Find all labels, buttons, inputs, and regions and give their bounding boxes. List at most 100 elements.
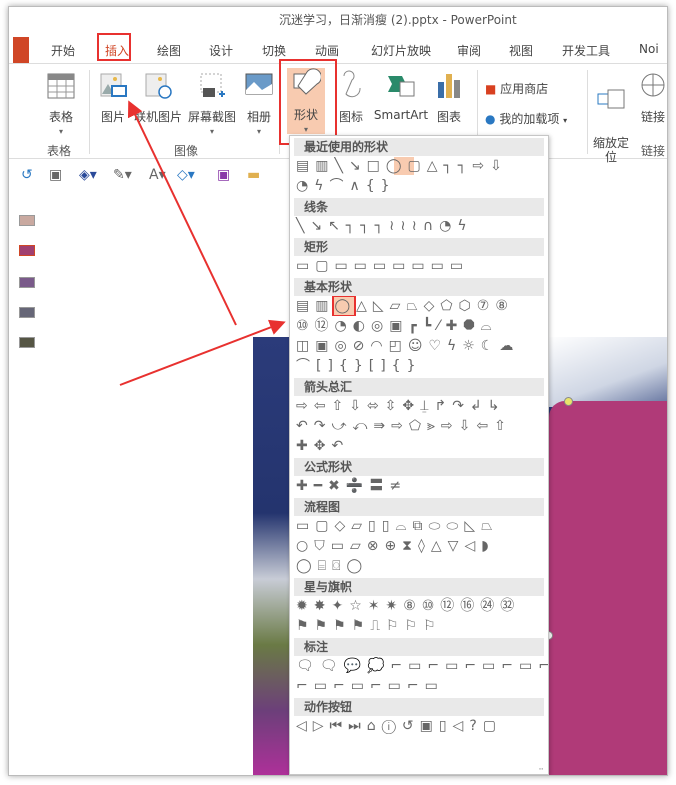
- shape-row[interactable]: ✚━✖➗〓≠: [290, 476, 548, 496]
- shape-row[interactable]: ◫▣◎⊘◠◰☺♡ϟ☼☾☁: [290, 336, 548, 356]
- slide-thumbnail[interactable]: [19, 245, 35, 256]
- tab-draw[interactable]: 绘图: [157, 42, 181, 59]
- shape-row-icons[interactable]: ⑩⑫◔◐◎▣┏┗⁄✚⯃⌓: [296, 318, 498, 334]
- shape-row[interactable]: ✹✸✦☆✶✷⑧⑩⑫⑯㉔㉜: [290, 596, 548, 616]
- tab-design[interactable]: 设计: [209, 42, 233, 59]
- shape-row-icons[interactable]: ▭▢◇▱▯▯⌓⧉⬭⬭◺⏢: [296, 518, 498, 534]
- picture-button[interactable]: 图片: [95, 70, 131, 125]
- smartart-label: SmartArt: [373, 108, 429, 122]
- window-title: 沉迷学习，日渐消瘦 (2).pptx - PowerPoint: [279, 13, 517, 27]
- shape-row-icons[interactable]: ▭▢▭▭▭▭▭▭▭: [296, 258, 469, 274]
- section-header: 箭头总汇: [294, 378, 544, 396]
- selected-shape[interactable]: [549, 401, 667, 775]
- shape-row[interactable]: ◔ϟ⌒∧{}: [290, 176, 548, 196]
- shapes-button-highlight: [279, 59, 337, 145]
- smartart-button[interactable]: SmartArt: [371, 70, 431, 122]
- smartart-icon: [388, 76, 415, 97]
- globe-icon: [641, 73, 665, 97]
- divider: [89, 70, 90, 154]
- chart-icon: [438, 74, 460, 98]
- tab-more[interactable]: Noi: [639, 42, 659, 56]
- shape-row[interactable]: ◁▷⏮⏭⌂ⓘ↺▣▯◁?▢: [290, 716, 548, 736]
- shape-row-icons[interactable]: ○⛉▭⏥⊗⊕⧗◊△▽◁◗: [296, 538, 495, 554]
- shape-row[interactable]: ⌒[]{}[]{}: [290, 356, 548, 376]
- chevron-down-icon: ▾: [209, 127, 214, 136]
- redo-icon[interactable]: ↺: [21, 167, 33, 183]
- shape-row-icons[interactable]: ⇨⇦⇧⇩⬄⇳✥⍊↱↷↲↳: [296, 398, 505, 414]
- fill-color-icon[interactable]: ◈▾: [79, 167, 97, 183]
- addins-icon: ●: [485, 112, 496, 126]
- screenshot-button[interactable]: 屏幕截图 ▾: [185, 70, 239, 136]
- online-picture-button[interactable]: 联机图片: [133, 70, 183, 125]
- table-button[interactable]: 表格 ▾: [43, 70, 79, 136]
- shape-row-icons[interactable]: ⚑⚑⚑⚑⎍⚐⚐⚐: [296, 618, 442, 634]
- shape-row[interactable]: ╲↘↖┐┐┐≀≀≀∩◔ϟ: [290, 216, 548, 236]
- save-icon[interactable]: ▣: [217, 167, 230, 183]
- shape-row-icons[interactable]: 🗨🗨💬💭⌐▭⌐▭⌐▭⌐▭⌐▭⌐▭⌐▭⌐▭: [296, 658, 548, 674]
- mountain-image: [543, 337, 667, 407]
- shape-row[interactable]: ○⛉▭⏥⊗⊕⧗◊△▽◁◗: [290, 536, 548, 556]
- tab-home[interactable]: 开始: [51, 42, 75, 59]
- slide-thumbnail[interactable]: [19, 215, 35, 226]
- album-icon: [245, 73, 273, 95]
- chevron-down-icon: ▾: [256, 127, 261, 136]
- slide-thumbnail[interactable]: [19, 307, 35, 318]
- shape-row[interactable]: ✚✥↶: [290, 436, 548, 456]
- shape-row[interactable]: ▤▥╲↘□◯▢△┐┐⇨⇩: [290, 156, 548, 176]
- link-label: 链接: [640, 110, 665, 124]
- adjust-handle[interactable]: [564, 397, 573, 406]
- shape-row[interactable]: ⇨⇦⇧⇩⬄⇳✥⍊↱↷↲↳: [290, 396, 548, 416]
- shape-row-icons[interactable]: ↶↷⤻⤺⇛⇨⬠⪢⇨⇩⇦⇧: [296, 418, 512, 434]
- shapes-quick-icon[interactable]: ◇▾: [177, 167, 195, 183]
- shape-row-icons[interactable]: ▤▥╲↘□◯▢△┐┐⇨⇩: [296, 158, 508, 174]
- tab-view[interactable]: 视图: [509, 42, 533, 59]
- shape-row[interactable]: ◯⌸⌼◯: [290, 556, 548, 576]
- shape-row[interactable]: ⌐▭⌐▭⌐▭⌐▭: [290, 676, 548, 696]
- section-header: 最近使用的形状: [294, 138, 544, 156]
- pen-icon[interactable]: ✎▾: [113, 167, 132, 183]
- link-button[interactable]: 链接: [637, 70, 667, 125]
- file-tab[interactable]: [13, 37, 29, 63]
- album-button[interactable]: 相册 ▾: [243, 70, 275, 136]
- shape-row-icons[interactable]: ▤▥◯△◺▱⏢◇⬠⬡⑦⑧: [296, 298, 514, 314]
- folder-icon[interactable]: ▬: [247, 167, 260, 183]
- font-icon[interactable]: A▾: [149, 167, 166, 183]
- shape-row-icons[interactable]: ◁▷⏮⏭⌂ⓘ↺▣▯◁?▢: [296, 718, 502, 734]
- tab-transitions[interactable]: 切换: [262, 42, 286, 59]
- shape-row[interactable]: 🗨🗨💬💭⌐▭⌐▭⌐▭⌐▭⌐▭⌐▭⌐▭⌐▭: [290, 656, 548, 676]
- resize-grip-icon[interactable]: ⠤: [538, 763, 544, 772]
- chart-button[interactable]: 图表: [433, 70, 465, 125]
- shape-row[interactable]: ⚑⚑⚑⚑⎍⚐⚐⚐: [290, 616, 548, 636]
- group-label-links: 链接: [641, 144, 666, 158]
- tab-slideshow[interactable]: 幻灯片放映: [371, 42, 431, 59]
- tab-developer[interactable]: 开发工具: [562, 42, 610, 59]
- zoom-icon: [597, 89, 625, 109]
- icons-button[interactable]: 图标: [335, 70, 367, 125]
- shape-row-icons[interactable]: ╲↘↖┐┐┐≀≀≀∩◔ϟ: [296, 218, 473, 234]
- shape-row-icons[interactable]: ⌒[]{}[]{}: [296, 358, 421, 374]
- icons-icon: [343, 70, 361, 98]
- store-button[interactable]: ■ 应用商店: [485, 80, 548, 97]
- shape-row[interactable]: ▤▥◯△◺▱⏢◇⬠⬡⑦⑧: [290, 296, 548, 316]
- shape-row-icons[interactable]: ◯⌸⌼◯: [296, 558, 368, 574]
- my-addins-button[interactable]: ● 我的加载项 ▾: [485, 110, 567, 127]
- table-label: 表格: [48, 110, 73, 124]
- shape-row[interactable]: ⑩⑫◔◐◎▣┏┗⁄✚⯃⌓: [290, 316, 548, 336]
- shape-row-icons[interactable]: ◫▣◎⊘◠◰☺♡ϟ☼☾☁: [296, 338, 519, 354]
- tab-review[interactable]: 审阅: [457, 42, 481, 59]
- slide-thumbnail[interactable]: [19, 277, 35, 288]
- shape-row-icons[interactable]: ✹✸✦☆✶✷⑧⑩⑫⑯㉔㉜: [296, 598, 520, 614]
- shape-row-icons[interactable]: ✚✥↶: [296, 438, 349, 454]
- shape-row[interactable]: ▭▢▭▭▭▭▭▭▭: [290, 256, 548, 276]
- shape-row-icons[interactable]: ✚━✖➗〓≠: [296, 478, 407, 494]
- shape-row-icons[interactable]: ⌐▭⌐▭⌐▭⌐▭: [296, 678, 444, 694]
- online-picture-label: 联机图片: [133, 110, 182, 124]
- zoom-button[interactable]: 缩放定 位: [591, 70, 631, 164]
- shape-row[interactable]: ↶↷⤻⤺⇛⇨⬠⪢⇨⇩⇦⇧: [290, 416, 548, 436]
- presenter-icon[interactable]: ▣: [49, 167, 62, 183]
- shape-row-icons[interactable]: ◔ϟ⌒∧{}: [296, 178, 396, 194]
- slide-thumbnail[interactable]: [19, 337, 35, 348]
- shape-row[interactable]: ▭▢◇▱▯▯⌓⧉⬭⬭◺⏢: [290, 516, 548, 536]
- tab-animations[interactable]: 动画: [315, 42, 339, 59]
- chart-label: 图表: [436, 110, 461, 124]
